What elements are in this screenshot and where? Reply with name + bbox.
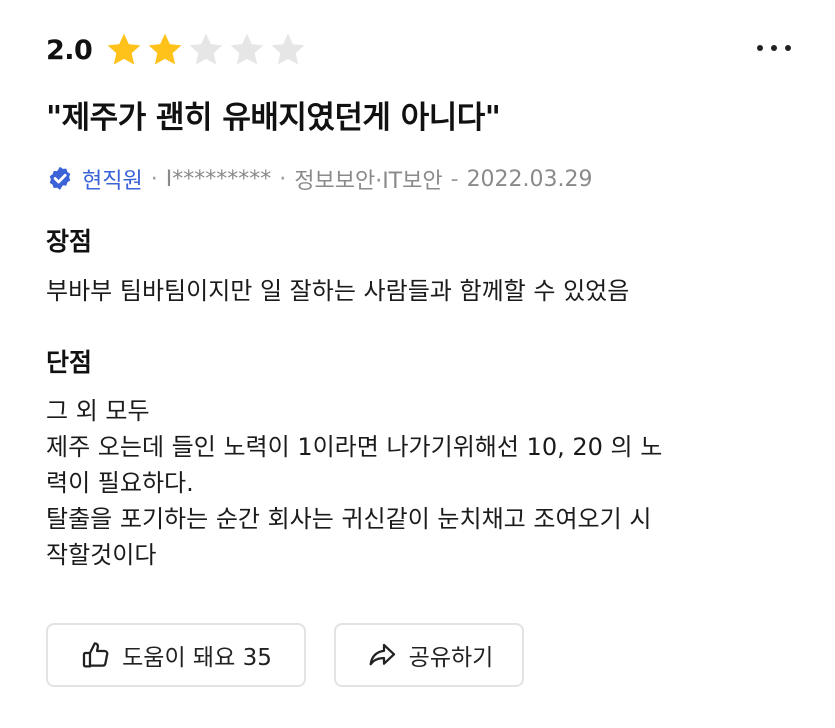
rating-score: 2.0 bbox=[46, 34, 93, 66]
author-department: 정보보안·IT보안 bbox=[294, 169, 443, 194]
cons-line: 작할것이다 bbox=[46, 541, 157, 569]
helpful-button[interactable]: 도움이 돼요 35 bbox=[46, 623, 306, 687]
cons-line: 탈출을 포기하는 순간 회사는 귀신같이 눈치채고 조여오기 시 bbox=[46, 505, 652, 533]
review-date: 2022.03.29 bbox=[466, 166, 593, 192]
verified-badge-icon bbox=[49, 166, 71, 190]
star-icon bbox=[149, 33, 182, 65]
pros-heading: 장점 bbox=[46, 227, 93, 256]
cons-text: 그 외 모두 제주 오는데 들인 노력이 1이라면 나가기위해선 10, 20 … bbox=[46, 393, 662, 573]
more-options-button[interactable] bbox=[757, 38, 791, 58]
cons-line: 제주 오는데 들인 노력이 1이라면 나가기위해선 10, 20 의 노 bbox=[46, 433, 663, 461]
author-id: I********* bbox=[165, 166, 272, 192]
review-title: "제주가 괜히 유배지였던게 아니다" bbox=[46, 100, 501, 136]
pros-line: 부바부 팀바팀이지만 일 잘하는 사람들과 함께할 수 있었음 bbox=[46, 277, 630, 305]
cons-line: 그 외 모두 bbox=[46, 397, 150, 425]
more-horizontal-icon bbox=[771, 45, 777, 51]
rating-row: 2.0 bbox=[46, 28, 309, 72]
star-rating bbox=[104, 30, 309, 70]
star-icon bbox=[231, 33, 264, 65]
cons-line: 력이 필요하다. bbox=[46, 469, 194, 497]
share-label: 공유하기 bbox=[408, 645, 494, 671]
share-arrow-icon bbox=[369, 643, 395, 666]
helpful-label: 도움이 돼요 35 bbox=[122, 645, 272, 671]
meta-separator: - bbox=[450, 166, 459, 192]
meta-separator: · bbox=[279, 166, 287, 192]
more-horizontal-icon bbox=[757, 45, 763, 51]
share-button[interactable]: 공유하기 bbox=[334, 623, 524, 687]
pros-text: 부바부 팀바팀이지만 일 잘하는 사람들과 함께할 수 있었음 bbox=[46, 273, 629, 309]
star-icon bbox=[108, 33, 141, 65]
meta-separator: · bbox=[150, 166, 158, 192]
thumbs-up-icon bbox=[83, 642, 109, 668]
review-meta: 현직원 · I********* · 정보보안·IT보안 - 2022.03.2… bbox=[46, 162, 593, 196]
star-icon bbox=[272, 33, 305, 65]
employment-status: 현직원 bbox=[82, 169, 143, 194]
star-icon bbox=[190, 33, 223, 65]
cons-heading: 단점 bbox=[46, 348, 93, 377]
more-horizontal-icon bbox=[785, 45, 791, 51]
